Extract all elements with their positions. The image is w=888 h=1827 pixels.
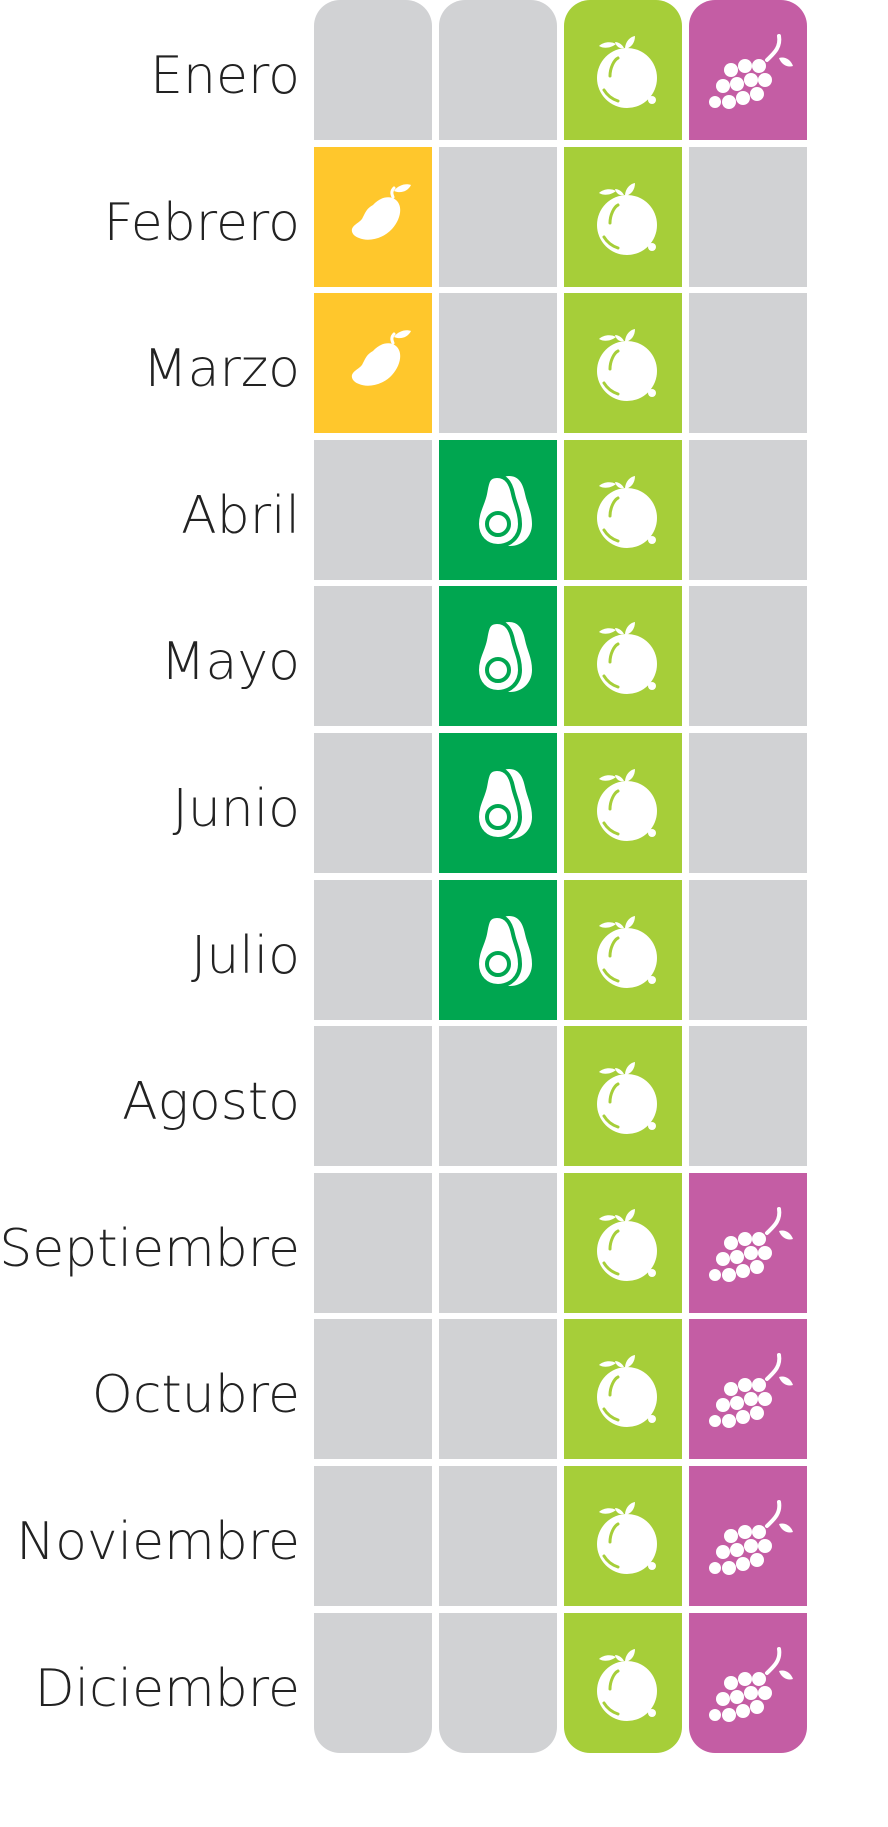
cell-avocado-in-season [439, 586, 557, 727]
cell-empty [439, 1319, 557, 1460]
month-label: Octubre [91, 1365, 300, 1426]
cell-empty [439, 1172, 557, 1313]
cell-empty [314, 1172, 432, 1313]
cell-empty [439, 1612, 557, 1753]
cell-grapes-in-season [689, 1612, 807, 1753]
cell-grapes-in-season [689, 1466, 807, 1606]
cell-avocado-in-season [439, 879, 557, 1020]
cell-lime-in-season [564, 1026, 682, 1167]
cell-empty [689, 293, 807, 434]
month-label: Noviembre [16, 1512, 300, 1572]
cell-avocado-in-season [439, 439, 557, 580]
cell-lime-in-season [564, 293, 682, 434]
lime-icon [597, 769, 657, 841]
cell-avocado-in-season [439, 733, 557, 873]
cell-empty [314, 1319, 432, 1460]
cell-empty [314, 1466, 432, 1606]
lime-icon [597, 1208, 657, 1281]
avocado-icon [474, 620, 532, 695]
month-label: Agosto [122, 1072, 300, 1133]
lime-icon [597, 1648, 657, 1721]
lime-icon [597, 1062, 657, 1135]
month-label: Junio [172, 779, 300, 839]
lime-icon [597, 329, 657, 402]
cell-empty [314, 733, 432, 873]
cell-empty [689, 733, 807, 873]
mango-icon [351, 330, 411, 386]
cell-empty [439, 293, 557, 434]
cell-lime-in-season [564, 1172, 682, 1313]
month-label: Diciembre [34, 1658, 300, 1719]
cell-empty [689, 439, 807, 580]
grapes-icon [709, 34, 793, 109]
cell-empty [689, 146, 807, 287]
cell-grapes-in-season [689, 1319, 807, 1460]
month-label: Septiembre [0, 1218, 300, 1279]
cell-empty [314, 586, 432, 727]
cell-mango-in-season [314, 293, 432, 434]
month-label: Enero [150, 46, 300, 106]
cell-lime-in-season [564, 733, 682, 873]
cell-grapes-in-season [689, 1172, 807, 1313]
avocado-icon [474, 913, 532, 988]
month-label: Marzo [142, 339, 300, 400]
cell-empty [689, 586, 807, 727]
cell-lime-in-season [564, 1466, 682, 1606]
cell-grapes-in-season [689, 0, 807, 140]
cell-empty [439, 1026, 557, 1167]
lime-icon [597, 622, 657, 695]
cell-empty [439, 0, 557, 140]
cell-lime-in-season [564, 146, 682, 287]
avocado-icon [474, 766, 532, 842]
mango-icon [351, 183, 411, 240]
month-label: Julio [190, 925, 300, 986]
cell-lime-in-season [564, 586, 682, 727]
grapes-icon [709, 1353, 793, 1429]
lime-icon [597, 182, 657, 255]
grapes-icon [709, 1206, 793, 1282]
avocado-icon [474, 473, 532, 548]
cell-lime-in-season [564, 1319, 682, 1460]
cell-mango-in-season [314, 146, 432, 287]
month-label: Mayo [160, 632, 300, 693]
cell-lime-in-season [564, 1612, 682, 1753]
cell-lime-in-season [564, 439, 682, 580]
cell-empty [314, 1612, 432, 1753]
cell-empty [689, 879, 807, 1020]
grapes-icon [709, 1646, 793, 1722]
cell-empty [314, 439, 432, 580]
fruit-season-calendar: Enero Febrero Marzo Abril Mayo Junio Jul… [0, 0, 888, 1827]
cell-lime-in-season [564, 0, 682, 140]
cell-lime-in-season [564, 879, 682, 1020]
cell-empty [314, 879, 432, 1020]
cell-empty [689, 1026, 807, 1167]
cell-empty [439, 146, 557, 287]
month-label: Febrero [103, 192, 300, 253]
cell-empty [314, 1026, 432, 1167]
month-label: Abril [181, 485, 300, 546]
lime-icon [597, 36, 657, 108]
cell-empty [439, 1466, 557, 1606]
lime-icon [597, 1355, 657, 1428]
grapes-icon [709, 1500, 793, 1575]
lime-icon [597, 475, 657, 548]
lime-icon [597, 1502, 657, 1574]
cell-empty [314, 0, 432, 140]
lime-icon [597, 915, 657, 988]
